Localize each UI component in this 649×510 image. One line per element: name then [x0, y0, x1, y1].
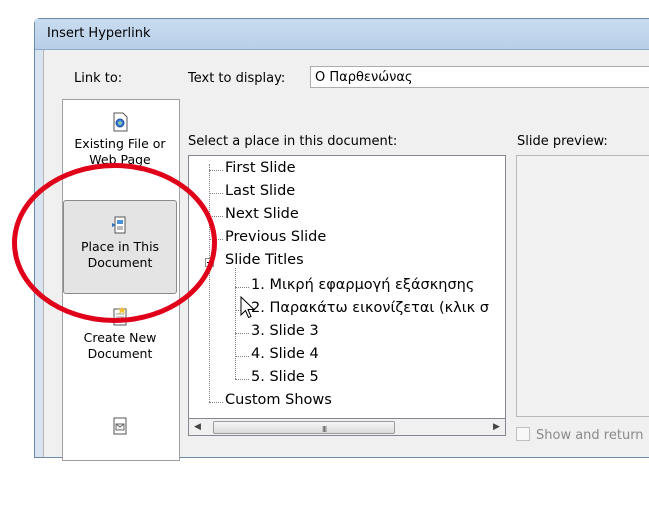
tree-item-previous-slide[interactable]: Previous Slide	[225, 229, 326, 245]
link-existing-file-button[interactable]: Existing File or Web Page	[64, 112, 176, 206]
tree-connector	[209, 170, 223, 171]
place-in-document-tree[interactable]: First Slide Last Slide Next Slide Previo…	[188, 155, 506, 419]
link-to-bar: Existing File or Web Page Place in This …	[62, 99, 180, 461]
link-to-label: Link to:	[74, 71, 123, 86]
insert-hyperlink-dialog: Insert Hyperlink Link to: Existing File …	[34, 18, 649, 461]
scroll-left-arrow-icon[interactable]: ◀	[189, 419, 206, 435]
new-document-icon	[113, 306, 127, 326]
tree-item-custom-shows[interactable]: Custom Shows	[225, 392, 332, 408]
link-existing-file-label-2: Web Page	[89, 152, 151, 167]
link-create-new-document-label-2: Document	[87, 346, 153, 361]
tree-connector	[209, 164, 210, 402]
link-existing-file-label-1: Existing File or	[74, 136, 166, 151]
tree-item-slide-1[interactable]: 1. Μικρή εφαρμογή εξάσκησης	[251, 277, 474, 293]
tree-connector	[235, 333, 249, 334]
show-and-return-checkbox[interactable]: Show and return	[516, 427, 644, 443]
scroll-thumb[interactable]: III	[213, 421, 395, 434]
link-place-in-document-button[interactable]: Place in This Document	[63, 200, 177, 294]
tree-connector	[235, 356, 249, 357]
select-place-label: Select a place in this document:	[188, 134, 398, 149]
show-and-return-label: Show and return	[536, 428, 644, 443]
text-to-display-label: Text to display:	[188, 71, 286, 86]
tree-item-slide-2[interactable]: 2. Παρακάτω εικονίζεται (κλικ σ	[251, 300, 489, 316]
tree-item-last-slide[interactable]: Last Slide	[225, 183, 295, 199]
tree-connector	[235, 287, 249, 288]
tree-connector	[235, 379, 249, 380]
tree-connector	[209, 239, 223, 240]
tree-connector	[209, 193, 223, 194]
tree-connector	[235, 268, 236, 379]
slide-preview-pane	[516, 155, 649, 417]
dialog-client-area: Link to: Existing File or Web Page Place…	[43, 50, 649, 461]
tree-item-first-slide[interactable]: First Slide	[225, 160, 296, 176]
link-create-new-document-label-1: Create New	[83, 330, 157, 345]
tree-item-slide-5[interactable]: 5. Slide 5	[251, 369, 319, 385]
dialog-title: Insert Hyperlink	[47, 26, 151, 41]
slide-preview-label: Slide preview:	[517, 134, 608, 149]
scroll-right-arrow-icon[interactable]: ▶	[488, 419, 505, 435]
checkbox-box[interactable]	[516, 427, 530, 441]
link-place-in-document-label-1: Place in This	[80, 239, 160, 254]
tree-item-slide-4[interactable]: 4. Slide 4	[251, 346, 319, 362]
collapse-toggle-icon[interactable]	[205, 258, 214, 267]
scroll-grip: III	[322, 425, 327, 434]
tree-connector	[209, 402, 223, 403]
text-to-display-input[interactable]	[310, 66, 649, 88]
existing-file-icon	[113, 112, 128, 132]
tree-item-slide-3[interactable]: 3. Slide 3	[251, 323, 319, 339]
tree-connector	[209, 216, 223, 217]
place-in-document-icon	[112, 216, 126, 234]
email-address-icon	[113, 417, 127, 435]
tree-item-next-slide[interactable]: Next Slide	[225, 206, 299, 222]
link-email-address-button[interactable]	[64, 416, 176, 510]
link-create-new-document-button[interactable]: Create New Document	[64, 306, 176, 400]
tree-item-slide-titles[interactable]: Slide Titles	[225, 252, 304, 268]
mouse-pointer-icon	[240, 296, 256, 319]
title-bar[interactable]: Insert Hyperlink	[35, 19, 649, 50]
tree-horizontal-scrollbar[interactable]: ◀ III ▶	[188, 419, 506, 436]
link-place-in-document-label-2: Document	[87, 255, 153, 270]
